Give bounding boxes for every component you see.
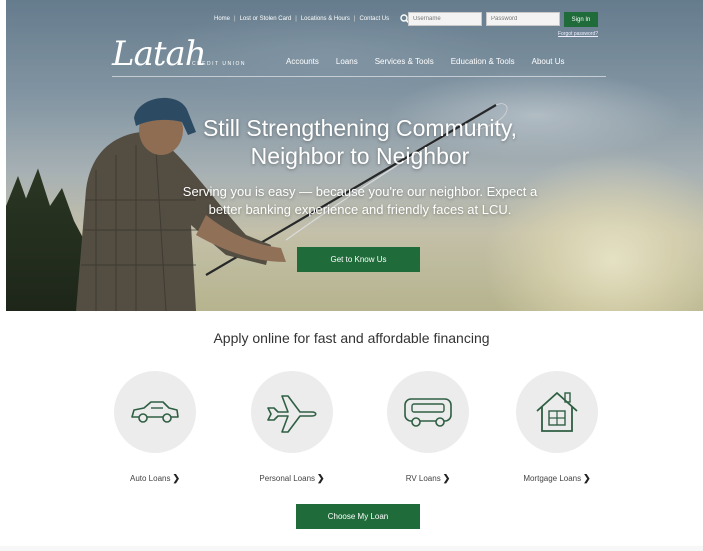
loan-label-text: Auto Loans: [129, 474, 171, 483]
loan-label-mortgage[interactable]: Mortgage Loans ❯: [485, 473, 629, 484]
forgot-password-link[interactable]: Forgot password?: [558, 31, 598, 37]
nav-services-tools[interactable]: Services & Tools: [375, 57, 434, 66]
util-link-locations[interactable]: Locations & Hours: [301, 16, 350, 22]
apply-section-title: Apply online for fast and affordable fin…: [213, 330, 490, 346]
loan-card-mortgage[interactable]: Mortgage Loans ❯: [515, 371, 599, 483]
loan-icon-circle[interactable]: [251, 371, 333, 453]
utility-nav: Home | Lost or Stolen Card | Locations &…: [214, 13, 411, 25]
loan-icon-circle[interactable]: [387, 371, 469, 453]
latah-logo[interactable]: Latah CREDIT UNION: [112, 34, 272, 78]
login-form: Sign In: [408, 12, 598, 27]
loan-card-auto[interactable]: Auto Loans ❯: [113, 371, 197, 483]
loan-label-rv[interactable]: RV Loans ❯: [356, 473, 500, 484]
nav-loans[interactable]: Loans: [336, 57, 358, 66]
util-link-contact[interactable]: Contact Us: [359, 16, 389, 22]
logo-script-text: Latah: [112, 34, 207, 74]
util-separator: |: [234, 16, 236, 22]
main-nav: Accounts Loans Services & Tools Educatio…: [286, 57, 565, 66]
hero-headline-line1: Still Strengthening Community,: [202, 115, 518, 141]
logo-subtitle: CREDIT UNION: [192, 61, 247, 67]
hero-headline: Still Strengthening Community, Neighbor …: [160, 114, 560, 170]
password-input[interactable]: [486, 12, 560, 26]
util-link-home[interactable]: Home: [214, 16, 230, 22]
loan-icon-circle[interactable]: [114, 371, 196, 453]
choose-my-loan-button[interactable]: Choose My Loan: [296, 504, 420, 529]
chevron-right-icon: ❯: [317, 473, 325, 483]
loan-label-text: RV Loans: [405, 474, 441, 483]
hero-subhead-line1: Serving you is easy — because you're our…: [182, 184, 538, 199]
house-icon: [536, 392, 578, 432]
nav-education-tools[interactable]: Education & Tools: [451, 57, 515, 66]
hero-headline-line2: Neighbor to Neighbor: [250, 143, 470, 169]
chevron-right-icon: ❯: [172, 473, 181, 483]
nav-about-us[interactable]: About Us: [532, 57, 565, 66]
nav-divider: [112, 76, 606, 77]
util-separator: |: [295, 16, 297, 22]
hero-subhead: Serving you is easy — because you're our…: [120, 183, 600, 219]
loan-label-personal[interactable]: Personal Loans ❯: [220, 473, 364, 484]
loan-label-auto[interactable]: Auto Loans ❯: [83, 473, 227, 484]
username-input[interactable]: [408, 12, 482, 26]
util-link-lost-card[interactable]: Lost or Stolen Card: [240, 16, 292, 22]
car-icon: [131, 401, 179, 423]
nav-accounts[interactable]: Accounts: [286, 57, 319, 66]
util-separator: |: [353, 16, 356, 22]
chevron-right-icon: ❯: [583, 473, 591, 483]
loan-label-text: Mortgage Loans: [523, 474, 582, 483]
get-to-know-us-button[interactable]: Get to Know Us: [297, 247, 420, 272]
hero-subhead-line2: better banking experience and friendly f…: [208, 202, 512, 217]
loan-card-personal[interactable]: Personal Loans ❯: [250, 371, 334, 483]
chevron-right-icon: ❯: [442, 473, 451, 483]
loan-icon-circle[interactable]: [516, 371, 598, 453]
signin-button[interactable]: Sign In: [564, 12, 598, 27]
footer-edge: [0, 546, 703, 551]
airplane-icon: [267, 395, 317, 433]
loan-card-rv[interactable]: RV Loans ❯: [386, 371, 470, 483]
loan-label-text: Personal Loans: [259, 474, 316, 483]
bus-icon: [404, 398, 452, 427]
